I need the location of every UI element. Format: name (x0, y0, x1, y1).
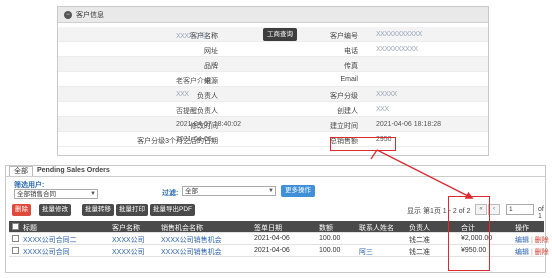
field-value: XXXXX (376, 91, 397, 98)
sign-date: 2021-04-06 (254, 247, 290, 254)
customer-link[interactable]: XXXX公司 (112, 235, 145, 245)
batch-edit-button[interactable]: 批量修改 (39, 204, 71, 216)
orders-tabs: 全部 Pending Sales Orders (6, 166, 545, 177)
order-title-link[interactable]: XXXX公司合同 (23, 247, 70, 257)
field-value: 2021-04-07 18:40:02 (176, 121, 241, 128)
field-label: 客户分级 (330, 93, 358, 100)
order-title-link[interactable]: XXXX公司合同二 (23, 235, 77, 245)
row-actions: 编辑 | 删除 (515, 235, 549, 245)
select-all-checkbox[interactable] (12, 223, 19, 230)
row-checkbox[interactable] (12, 247, 19, 254)
delete-link[interactable]: 删除 (535, 249, 549, 256)
field-label: 建立时间 (330, 123, 358, 130)
field-label: 网址 (204, 48, 218, 55)
amount: 100.00 (319, 235, 341, 242)
col-contact[interactable]: 联系人姓名 (359, 223, 394, 233)
total-column-highlight (448, 196, 490, 271)
col-owner[interactable]: 负责人 (409, 223, 430, 233)
col-amount[interactable]: 数额 (319, 223, 333, 233)
field-label: 负责人 (197, 93, 218, 100)
customer-info-panel: − 客户信息 客户名称 XXXX公司 客户编号 XXXXXXXXXXX 网址 电话 XXXX… (57, 6, 489, 156)
field-value: 否 (176, 108, 183, 115)
info-row: 负责人 XXX 客户分级 XXXXX (58, 87, 488, 102)
info-row: 来源 老客户介绍 Email (58, 72, 488, 87)
field-value: 老客户介绍 (176, 78, 211, 85)
tab-all[interactable]: 全部 (9, 166, 33, 176)
field-value: XXX (176, 91, 189, 98)
col-customer[interactable]: 客户名称 (112, 223, 140, 233)
info-row: 客户分级3个月之后的日期 2021-04-06 总销售额 2950 (58, 132, 488, 147)
page-number-input[interactable]: 1 (506, 204, 534, 215)
scope-filter-value: 全部 (185, 188, 198, 195)
field-value: 2021-04-06 (176, 136, 212, 143)
chevron-down-icon: ▼ (268, 188, 274, 194)
opportunity-link[interactable]: XXXX公司销售机会 (161, 247, 222, 257)
field-label: 传真 (344, 63, 358, 70)
scope-filter-select[interactable]: 全部 ▼ (182, 186, 276, 196)
field-value: XXXX公司 (176, 33, 206, 40)
amount: 100.00 (319, 247, 341, 254)
col-title[interactable]: 标题 (23, 223, 37, 233)
customer-link[interactable]: XXXX公司 (112, 247, 145, 257)
business-query-button[interactable]: 工商查询 (263, 28, 297, 41)
batch-export-pdf-button[interactable]: 批量导出PDF (150, 204, 195, 216)
contact-link[interactable]: 阿三 (359, 247, 373, 257)
minus-circle-icon[interactable]: − (64, 10, 72, 19)
total-sales-highlight (330, 137, 396, 151)
col-date[interactable]: 签单日期 (254, 223, 282, 233)
col-actions: 操作 (515, 225, 529, 232)
edit-link[interactable]: 编辑 (515, 237, 529, 244)
field-value: XXXXXXXXXXX (376, 31, 422, 38)
row-checkbox[interactable] (12, 235, 19, 242)
scope-filter-label: 过滤: (162, 190, 179, 197)
field-value: XXXXXXXXXX (376, 46, 418, 53)
sign-date: 2021-04-06 (254, 235, 290, 242)
batch-print-button[interactable]: 批量打印 (116, 204, 148, 216)
field-label: 客户编号 (330, 33, 358, 40)
owner: 钱二准 (409, 237, 430, 244)
col-opportunity[interactable]: 销售机会名称 (161, 223, 203, 233)
owner: 钱二准 (409, 249, 430, 256)
opportunity-link[interactable]: XXXX公司销售机会 (161, 235, 222, 245)
page-total: of 1 (538, 206, 544, 220)
chevron-down-icon: ▼ (90, 191, 96, 197)
field-label: 提醒负责人 (183, 108, 218, 115)
batch-transfer-button[interactable]: 批量转移 (82, 204, 114, 216)
field-value: XXX (376, 106, 389, 113)
info-row: 网址 电话 XXXXXXXXXX (58, 42, 488, 57)
field-label: 品牌 (204, 63, 218, 70)
info-row: 修改时间 2021-04-07 18:40:02 建立时间 2021-04-06 18… (58, 117, 488, 132)
filter-user-value: 全部销售合同 (17, 191, 56, 198)
info-row: 提醒负责人否 创建人 XXX (58, 102, 488, 117)
field-label: Email (340, 76, 358, 83)
row-actions: 编辑 | 删除 (515, 247, 549, 257)
edit-link[interactable]: 编辑 (515, 249, 529, 256)
tab-pending-sales-orders[interactable]: Pending Sales Orders (33, 166, 114, 176)
field-label: 创建人 (337, 108, 358, 115)
filter-user-select[interactable]: 全部销售合同 ▼ (14, 189, 98, 199)
field-label: 电话 (344, 48, 358, 55)
more-operations-button[interactable]: 更多操作 (281, 185, 315, 197)
info-row: 品牌 传真 (58, 57, 488, 72)
delete-link[interactable]: 删除 (535, 237, 549, 244)
customer-info-header[interactable]: − 客户信息 (58, 7, 488, 23)
customer-info-title: 客户信息 (76, 11, 104, 19)
delete-button[interactable]: 删除 (12, 204, 31, 216)
field-value: 2021-04-06 18:18:28 (376, 121, 441, 128)
